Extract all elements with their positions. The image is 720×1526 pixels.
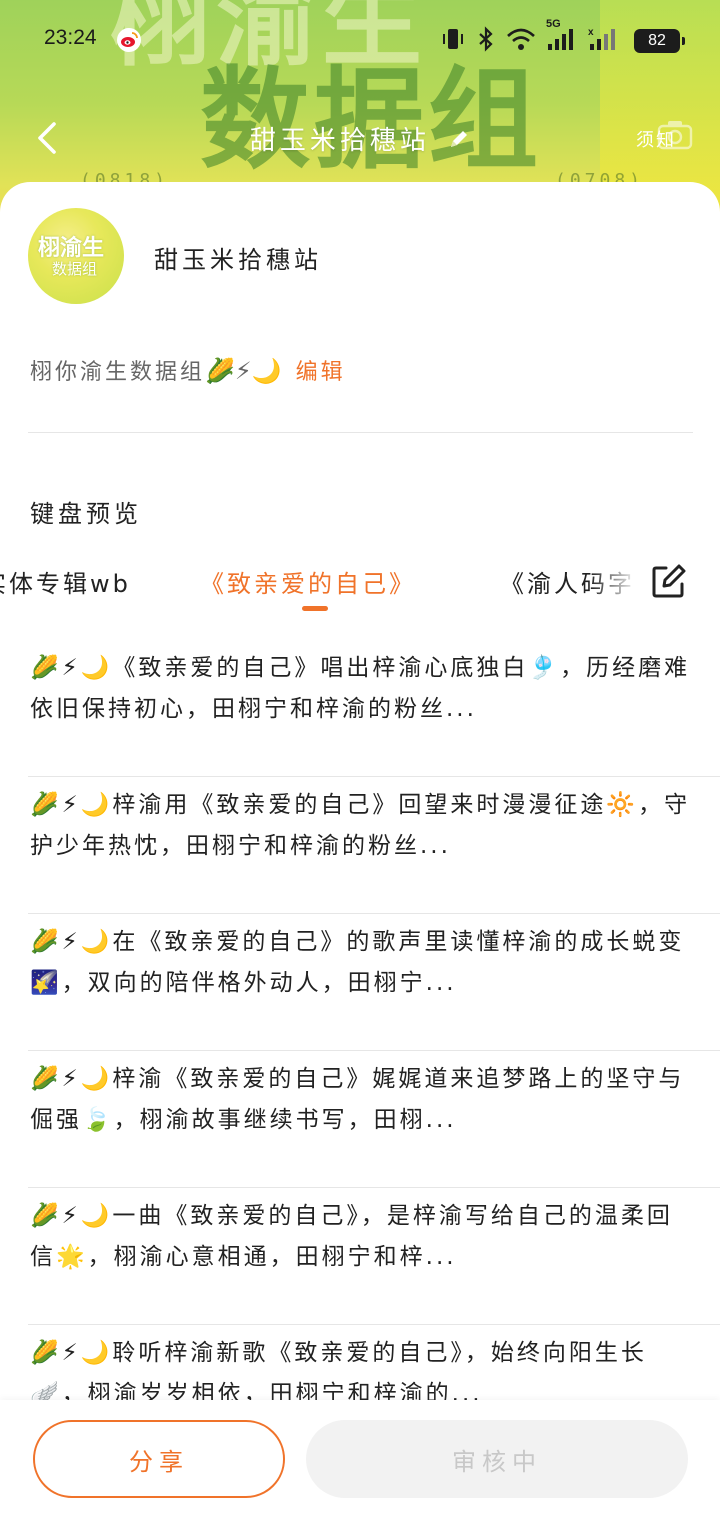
content-card: 栩渝生 数据组 甜玉米拾穗站 栩你渝生数据组🌽⚡🌙 编辑 键盘预览 实体专辑wb…	[0, 182, 720, 1526]
status-time: 23:24	[44, 26, 97, 49]
tab-bar: 实体专辑wb 《致亲爱的自己》 《渝人码字	[0, 560, 720, 620]
signal-5g-icon: 5G	[546, 18, 578, 56]
list-item-text: 🌽⚡🌙一曲《致亲爱的自己》，是梓渝写给自己的温柔回信🌟，栩渝心意相通，田栩宁和梓…	[30, 1203, 673, 1270]
bottom-action-bar: 分享 审核中	[0, 1400, 720, 1526]
list-item[interactable]: 🌽⚡🌙《致亲爱的自己》唱出梓渝心底独白🎐，历经磨难依旧保持初心，田栩宁和梓渝的粉…	[0, 640, 720, 777]
list-item[interactable]: 🌽⚡🌙梓渝《致亲爱的自己》娓娓道来追梦路上的坚守与倔强🍃，栩渝故事继续书写，田栩…	[0, 1051, 720, 1188]
phrase-list: 🌽⚡🌙《致亲爱的自己》唱出梓渝心底独白🎐，历经磨难依旧保持初心，田栩宁和梓渝的粉…	[0, 640, 720, 1462]
status-icons: 5G x 82	[440, 18, 685, 56]
tab-physical-album[interactable]: 实体专辑wb	[0, 564, 131, 599]
status-bar: 23:24 5G x 82	[0, 18, 720, 60]
nav-bar: 甜玉米拾穗站 须知	[0, 110, 720, 166]
divider	[28, 432, 693, 433]
section-title: 键盘预览	[30, 500, 142, 528]
notice-button[interactable]: 须知	[636, 126, 676, 152]
under-review-button: 审核中	[306, 1420, 688, 1498]
page-title: 甜玉米拾穗站	[249, 126, 430, 156]
profile-description: 栩你渝生数据组🌽⚡🌙 编辑	[30, 354, 346, 386]
list-item[interactable]: 🌽⚡🌙梓渝用《致亲爱的自己》回望来时漫漫征途🔆，守护少年热忱，田栩宁和梓渝的粉丝…	[0, 777, 720, 914]
bluetooth-icon	[476, 26, 496, 56]
tab-active-indicator	[302, 606, 328, 611]
pencil-icon[interactable]	[448, 127, 470, 157]
wifi-icon	[506, 26, 536, 56]
edit-square-icon[interactable]	[650, 564, 686, 600]
svg-text:x: x	[588, 27, 594, 38]
list-item-text: 🌽⚡🌙在《致亲爱的自己》的歌声里读懂梓渝的成长蜕变🌠，双向的陪伴格外动人，田栩宁…	[30, 929, 685, 996]
tab-dear-myself[interactable]: 《致亲爱的自己》	[200, 564, 416, 599]
signal-no-data-icon: x	[588, 26, 618, 56]
vibrate-icon	[440, 26, 466, 56]
list-item-text: 🌽⚡🌙《致亲爱的自己》唱出梓渝心底独白🎐，历经磨难依旧保持初心，田栩宁和梓渝的粉…	[30, 655, 691, 722]
profile-name: 甜玉米拾穗站	[154, 246, 322, 274]
avatar-text-sub: 数据组	[52, 260, 98, 278]
list-item[interactable]: 🌽⚡🌙在《致亲爱的自己》的歌声里读懂梓渝的成长蜕变🌠，双向的陪伴格外动人，田栩宁…	[0, 914, 720, 1051]
profile-description-emojis: 🌽⚡🌙	[205, 357, 282, 385]
avatar[interactable]: 栩渝生 数据组	[28, 208, 124, 304]
list-item-text: 🌽⚡🌙梓渝《致亲爱的自己》娓娓道来追梦路上的坚守与倔强🍃，栩渝故事继续书写，田栩…	[30, 1066, 685, 1133]
list-item[interactable]: 🌽⚡🌙一曲《致亲爱的自己》，是梓渝写给自己的温柔回信🌟，栩渝心意相通，田栩宁和梓…	[0, 1188, 720, 1325]
share-button[interactable]: 分享	[33, 1420, 285, 1498]
edit-description-link[interactable]: 编辑	[296, 360, 346, 385]
nav-title-wrap[interactable]: 甜玉米拾穗站	[0, 120, 720, 157]
weibo-icon	[117, 28, 141, 52]
profile-description-text: 栩你渝生数据组	[30, 360, 206, 385]
list-item-text: 🌽⚡🌙梓渝用《致亲爱的自己》回望来时漫漫征途🔆，守护少年热忱，田栩宁和梓渝的粉丝…	[30, 792, 691, 859]
battery-indicator: 82	[634, 29, 685, 53]
